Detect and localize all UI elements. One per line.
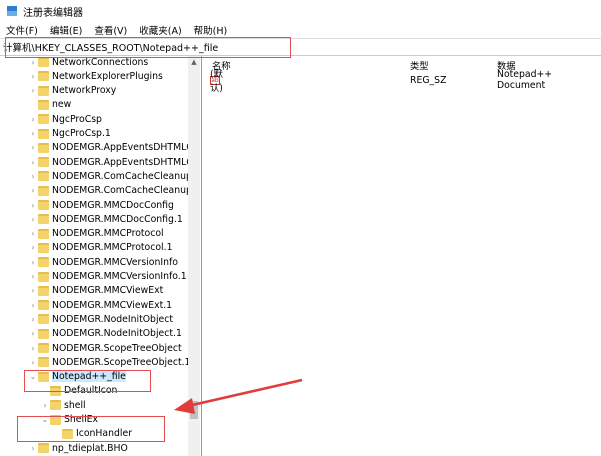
red-arrow-icon	[174, 378, 303, 414]
